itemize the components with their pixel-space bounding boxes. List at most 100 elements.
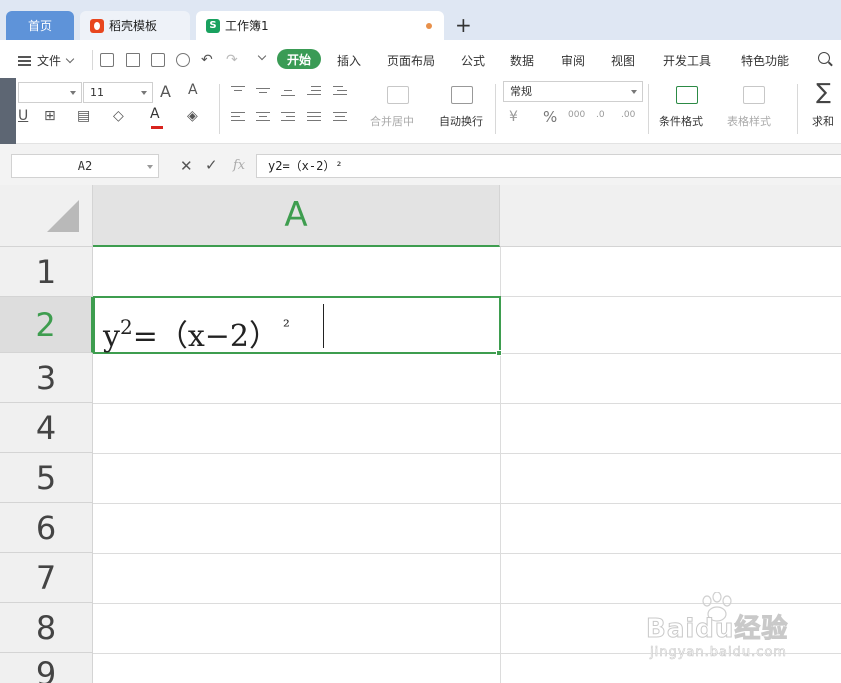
search-icon[interactable] bbox=[818, 52, 830, 64]
align-left-icon[interactable] bbox=[231, 112, 245, 124]
menu-review[interactable]: 审阅 bbox=[561, 52, 585, 69]
number-format-dropdown[interactable]: 常规 bbox=[503, 81, 643, 102]
wrap-text-icon[interactable] bbox=[451, 86, 473, 104]
increase-decimal-icon[interactable]: .0 bbox=[596, 110, 605, 120]
row-header-label: 4 bbox=[35, 408, 57, 447]
menu-special-features[interactable]: 特色功能 bbox=[741, 52, 789, 69]
row-header-7[interactable]: 7 bbox=[0, 553, 93, 603]
menu-data[interactable]: 数据 bbox=[510, 52, 534, 69]
ribbon-menu-row: 文件 ↶ ↷ 开始 插入 页面布局 公式 数据 审阅 视图 开发工具 特色功能 bbox=[0, 40, 841, 78]
sum-icon[interactable]: ∑ bbox=[816, 80, 831, 105]
gridline bbox=[93, 503, 841, 504]
row-header-1[interactable]: 1 bbox=[0, 247, 93, 297]
currency-icon[interactable]: ¥ bbox=[509, 109, 518, 125]
row-header-2[interactable]: 2 bbox=[0, 297, 93, 353]
fill-color-icon[interactable]: ◇ bbox=[113, 108, 124, 124]
menu-view[interactable]: 视图 bbox=[611, 52, 635, 69]
print-preview-icon[interactable] bbox=[126, 53, 140, 67]
tab-workbook[interactable]: S 工作簿1 bbox=[196, 11, 444, 40]
underline-icon[interactable]: U bbox=[18, 108, 28, 124]
table-style-icon[interactable] bbox=[743, 86, 765, 104]
border-icon[interactable]: ⊞ bbox=[44, 108, 56, 124]
save-icon[interactable] bbox=[100, 53, 114, 67]
file-menu-button[interactable]: 文件 bbox=[18, 52, 75, 69]
text-caret bbox=[323, 304, 324, 348]
watermark-domain: jingyan.baidu.com bbox=[650, 645, 787, 661]
distributed-align-icon[interactable] bbox=[333, 112, 347, 124]
quick-access-more-icon[interactable] bbox=[257, 51, 267, 61]
docer-logo-icon bbox=[90, 18, 104, 33]
undo-icon[interactable]: ↶ bbox=[201, 52, 213, 68]
fill-handle[interactable] bbox=[496, 350, 502, 356]
increase-indent-icon[interactable] bbox=[333, 86, 347, 96]
cell-a2-editor[interactable]: y2=（x−2） ² bbox=[93, 296, 501, 354]
tab-home-ribbon[interactable]: 开始 bbox=[277, 49, 321, 69]
align-center-icon[interactable] bbox=[256, 112, 270, 124]
column-header-label: A bbox=[284, 195, 308, 235]
justify-icon[interactable] bbox=[307, 112, 321, 124]
percent-icon[interactable]: % bbox=[543, 108, 557, 126]
merge-center-icon[interactable] bbox=[387, 86, 409, 104]
align-top-icon[interactable] bbox=[231, 86, 245, 96]
row-header-label: 3 bbox=[35, 358, 57, 397]
row-header-6[interactable]: 6 bbox=[0, 503, 93, 553]
cell-superscript-char: ² bbox=[282, 317, 290, 337]
row-header-8[interactable]: 8 bbox=[0, 603, 93, 653]
font-color-indicator bbox=[151, 126, 163, 129]
thousands-separator-icon[interactable]: 000 bbox=[568, 110, 585, 120]
decrease-indent-icon[interactable] bbox=[307, 86, 321, 96]
row-header-9[interactable]: 9 bbox=[0, 653, 93, 683]
tab-home-label: 首页 bbox=[27, 19, 52, 33]
zoom-preview-icon[interactable] bbox=[176, 53, 190, 67]
row-header-3[interactable]: 3 bbox=[0, 353, 93, 403]
font-size-dropdown[interactable]: 11 bbox=[83, 82, 153, 103]
menu-developer[interactable]: 开发工具 bbox=[663, 52, 711, 69]
font-color-icon[interactable]: A bbox=[150, 106, 160, 122]
cancel-icon[interactable]: ✕ bbox=[180, 157, 193, 175]
eraser-icon[interactable]: ◈ bbox=[187, 108, 198, 124]
gridline bbox=[93, 553, 841, 554]
decrease-decimal-icon[interactable]: .00 bbox=[621, 110, 635, 120]
confirm-check-icon[interactable]: ✓ bbox=[205, 156, 218, 174]
select-all-triangle-icon bbox=[47, 200, 79, 232]
row-header-4[interactable]: 4 bbox=[0, 403, 93, 453]
align-right-icon[interactable] bbox=[281, 112, 295, 124]
menu-insert[interactable]: 插入 bbox=[337, 52, 361, 69]
file-menu-label: 文件 bbox=[37, 54, 62, 68]
redo-icon[interactable]: ↷ bbox=[226, 52, 238, 68]
print-icon[interactable] bbox=[151, 53, 165, 67]
fill-format-icon[interactable]: ▤ bbox=[77, 108, 90, 124]
dropdown-arrow-icon bbox=[70, 91, 76, 95]
table-style-label[interactable]: 表格样式 bbox=[727, 113, 771, 129]
merge-center-label[interactable]: 合并居中 bbox=[370, 113, 414, 129]
column-header-a[interactable]: A bbox=[93, 185, 500, 247]
align-middle-icon[interactable] bbox=[256, 86, 270, 96]
row-header-label: 8 bbox=[35, 608, 57, 647]
increase-font-icon[interactable]: A bbox=[160, 82, 171, 101]
wrap-text-label[interactable]: 自动换行 bbox=[439, 113, 483, 129]
sum-label[interactable]: 求和 bbox=[812, 113, 834, 129]
menu-formulas[interactable]: 公式 bbox=[461, 52, 485, 69]
column-header-empty[interactable] bbox=[500, 185, 841, 247]
cell-rest: =（x−2） bbox=[132, 319, 279, 354]
tab-home[interactable]: 首页 bbox=[6, 11, 74, 40]
insert-function-icon[interactable]: fx bbox=[233, 158, 245, 173]
dropdown-arrow-icon bbox=[147, 165, 153, 169]
new-tab-button[interactable]: + bbox=[455, 14, 472, 36]
name-box[interactable]: A2 bbox=[11, 154, 159, 178]
conditional-format-label[interactable]: 条件格式 bbox=[659, 113, 703, 129]
tab-template[interactable]: 稻壳模板 bbox=[80, 11, 190, 40]
font-name-dropdown[interactable] bbox=[18, 82, 82, 103]
row-header-label: 1 bbox=[35, 252, 57, 291]
formula-input[interactable]: y2=（x-2）² bbox=[256, 154, 841, 178]
sidebar-collapse-strip[interactable] bbox=[0, 78, 16, 144]
row-header-5[interactable]: 5 bbox=[0, 453, 93, 503]
tab-template-label: 稻壳模板 bbox=[109, 19, 158, 33]
conditional-format-icon[interactable] bbox=[676, 86, 698, 104]
decrease-font-icon[interactable]: A bbox=[188, 82, 198, 98]
align-bottom-icon[interactable] bbox=[281, 86, 295, 96]
number-format-value: 常规 bbox=[510, 85, 532, 98]
spreadsheet-logo-icon: S bbox=[206, 18, 220, 33]
menu-page-layout[interactable]: 页面布局 bbox=[387, 52, 435, 69]
dropdown-arrow-icon bbox=[141, 91, 147, 95]
